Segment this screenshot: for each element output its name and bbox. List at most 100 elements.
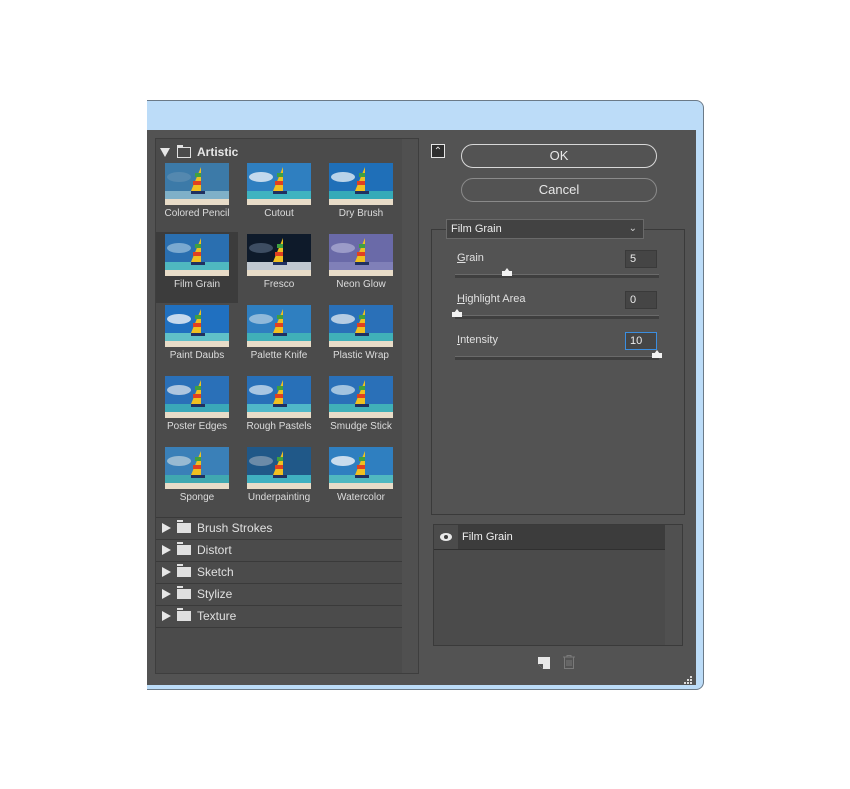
filter-thumbnail[interactable]: Paint Daubs	[156, 303, 238, 374]
filter-label: Paint Daubs	[169, 350, 225, 361]
param-slider-track[interactable]	[455, 356, 659, 360]
param-slider-track[interactable]	[455, 274, 659, 278]
filter-preview-image	[165, 447, 229, 489]
filter-label: Sponge	[179, 492, 215, 503]
filter-thumbnail[interactable]: Watercolor	[320, 445, 402, 516]
filter-thumbnail[interactable]: Fresco	[238, 232, 320, 303]
param-slider-handle[interactable]	[502, 268, 512, 276]
expand-triangle-icon[interactable]	[162, 589, 171, 599]
category-row[interactable]: Distort	[156, 539, 402, 560]
category-row[interactable]: Brush Strokes	[156, 517, 402, 538]
effect-layers-panel: Film Grain	[433, 524, 683, 646]
filter-preview-image	[247, 163, 311, 205]
list-divider	[156, 627, 402, 628]
resize-grip-icon[interactable]	[684, 671, 692, 684]
folder-icon	[177, 520, 191, 533]
filter-list: Artistic Colored Pencil Cutout Dry Brush Fi…	[156, 139, 402, 673]
filter-label: Smudge Stick	[330, 421, 392, 432]
filter-label: Fresco	[263, 279, 295, 290]
filter-preview-image	[247, 447, 311, 489]
filter-label: Poster Edges	[166, 421, 228, 432]
filter-label: Film Grain	[173, 279, 221, 290]
effect-layer-name: Film Grain	[462, 531, 513, 543]
chevron-down-icon: ⌄	[628, 223, 637, 234]
filter-label: Rough Pastels	[246, 421, 312, 432]
filter-label: Cutout	[264, 208, 294, 219]
filter-preview-image	[247, 234, 311, 276]
filter-select-value: Film Grain	[451, 223, 502, 235]
filter-preview-image	[329, 376, 393, 418]
category-row[interactable]: Texture	[156, 605, 402, 626]
category-artistic[interactable]: Artistic	[160, 144, 238, 160]
filter-label: Colored Pencil	[164, 208, 230, 219]
filter-gallery-panel: Artistic Colored Pencil Cutout Dry Brush Fi…	[155, 138, 419, 674]
ok-button[interactable]: OK	[461, 144, 657, 168]
filter-thumbnail[interactable]: Sponge	[156, 445, 238, 516]
filter-thumbnail[interactable]: Rough Pastels	[238, 374, 320, 445]
category-label: Texture	[197, 609, 237, 623]
filter-label: Palette Knife	[250, 350, 308, 361]
filter-preview-image	[329, 163, 393, 205]
filter-preview-image	[165, 376, 229, 418]
filter-preview-image	[329, 234, 393, 276]
filter-preview-image	[329, 447, 393, 489]
filter-thumbnail[interactable]: Poster Edges	[156, 374, 238, 445]
filter-thumbnail[interactable]: Neon Glow	[320, 232, 402, 303]
filter-thumbnail[interactable]: Film Grain	[156, 232, 238, 303]
filter-thumbnail[interactable]: Underpainting	[238, 445, 320, 516]
filter-label: Neon Glow	[336, 279, 386, 290]
filter-preview-image	[165, 305, 229, 347]
filter-thumbnail[interactable]: Plastic Wrap	[320, 303, 402, 374]
folder-open-icon	[177, 144, 191, 158]
param-slider-handle[interactable]	[452, 309, 462, 317]
cancel-button[interactable]: Cancel	[461, 178, 657, 202]
param-label: Grain	[457, 252, 484, 264]
filter-preview-image	[329, 305, 393, 347]
param-label: Intensity	[457, 334, 498, 346]
double-chevron-up-icon[interactable]: ⌃	[431, 144, 445, 158]
category-label: Brush Strokes	[197, 521, 273, 535]
filter-select[interactable]: Film Grain ⌄	[446, 219, 644, 239]
param-value-input[interactable]: 10	[625, 332, 657, 350]
category-label: Stylize	[197, 587, 233, 601]
dialog-client: Artistic Colored Pencil Cutout Dry Brush Fi…	[147, 130, 696, 685]
category-label: Artistic	[197, 145, 239, 159]
expand-triangle-icon[interactable]	[162, 523, 171, 533]
filter-label: Plastic Wrap	[333, 350, 389, 361]
param-slider-handle[interactable]	[652, 350, 662, 358]
expand-triangle-icon[interactable]	[162, 545, 171, 555]
param-label: Highlight Area	[457, 293, 526, 305]
category-label: Distort	[197, 543, 232, 557]
category-label: Sketch	[197, 565, 234, 579]
expand-triangle-icon[interactable]	[162, 611, 171, 621]
folder-icon	[177, 542, 191, 555]
folder-icon	[177, 564, 191, 577]
expand-triangle-icon[interactable]	[160, 147, 170, 157]
filter-thumbnail[interactable]: Cutout	[238, 161, 320, 232]
filter-thumbnail[interactable]: Colored Pencil	[156, 161, 238, 232]
filter-gallery-window: Artistic Colored Pencil Cutout Dry Brush Fi…	[147, 100, 704, 690]
filter-thumbnail[interactable]: Dry Brush	[320, 161, 402, 232]
filter-label: Underpainting	[247, 492, 311, 503]
trash-icon[interactable]	[563, 655, 575, 669]
filter-label: Dry Brush	[338, 208, 384, 219]
filter-preview-image	[165, 163, 229, 205]
eye-icon[interactable]	[434, 525, 458, 549]
category-row[interactable]: Sketch	[156, 561, 402, 582]
filter-thumbnail[interactable]: Palette Knife	[238, 303, 320, 374]
category-row[interactable]: Stylize	[156, 583, 402, 604]
folder-icon	[177, 608, 191, 621]
filter-label: Watercolor	[337, 492, 385, 503]
effect-layer[interactable]: Film Grain	[434, 525, 665, 550]
filter-preview-image	[165, 234, 229, 276]
layers-scrollbar[interactable]	[665, 525, 682, 645]
param-slider-track[interactable]	[455, 315, 659, 319]
param-value-input[interactable]: 0	[625, 291, 657, 309]
param-value-input[interactable]: 5	[625, 250, 657, 268]
filter-thumbnail[interactable]: Smudge Stick	[320, 374, 402, 445]
new-effect-layer-icon[interactable]	[538, 656, 550, 669]
filter-preview-image	[247, 305, 311, 347]
gallery-scrollbar[interactable]	[402, 139, 418, 673]
folder-icon	[177, 586, 191, 599]
expand-triangle-icon[interactable]	[162, 567, 171, 577]
